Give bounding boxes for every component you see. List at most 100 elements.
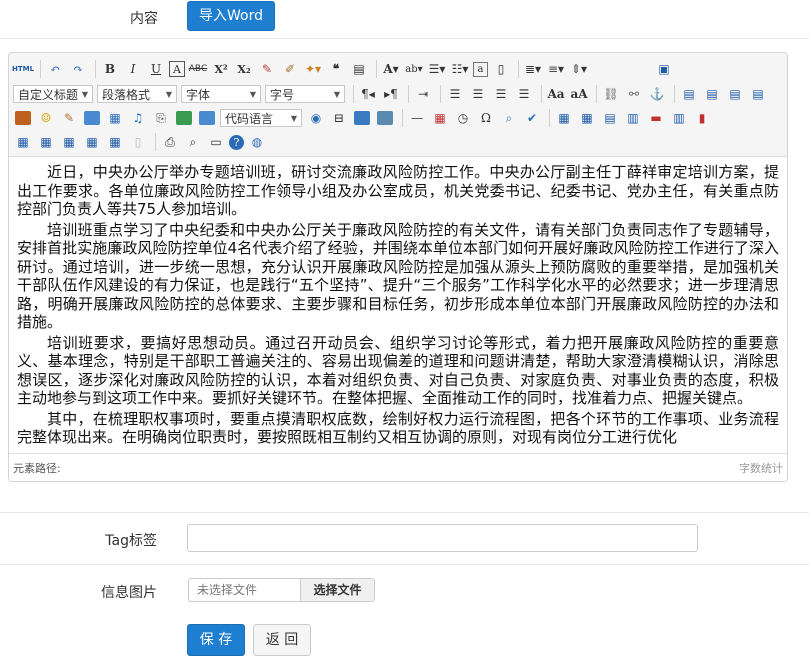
preview-icon[interactable]: ⌕ xyxy=(183,132,203,152)
attachment-icon[interactable]: ⎘ xyxy=(151,108,171,128)
undo-icon[interactable]: ↶ xyxy=(45,59,65,79)
image-icon[interactable] xyxy=(13,108,33,128)
image-left-icon[interactable]: ▤ xyxy=(702,84,722,104)
file-input[interactable]: 未选择文件 选择文件 xyxy=(188,578,375,602)
highlight-color-icon[interactable]: ab▾ xyxy=(404,59,424,79)
lowercase-icon[interactable]: aA xyxy=(569,84,589,104)
ltr-icon[interactable]: ¶◂ xyxy=(358,84,378,104)
map-icon[interactable] xyxy=(174,108,194,128)
merge-down-icon[interactable]: ▦ xyxy=(59,132,79,152)
align-center-icon[interactable]: ☰ xyxy=(468,84,488,104)
indent-icon[interactable]: ⇥ xyxy=(413,84,433,104)
font-size-select[interactable]: 字号 ▼ xyxy=(265,85,345,103)
video-icon[interactable]: ▦ xyxy=(105,108,125,128)
subscript-icon[interactable]: X₂ xyxy=(234,59,254,79)
search-replace-icon[interactable]: ⌕ xyxy=(499,108,519,128)
row-spacing-bottom-icon[interactable]: ≡▾ xyxy=(546,59,566,79)
anchor-icon[interactable]: ⚓ xyxy=(647,84,667,104)
align-right-icon[interactable]: ☰ xyxy=(491,84,511,104)
html-source-icon[interactable]: HTML xyxy=(12,59,34,79)
rich-text-editor[interactable]: HTML ↶ ↷ B I U A ABC X² X₂ ✎ ✐ ✦▾ ❝ ▤ A▾… xyxy=(8,52,788,482)
merge-cells-icon[interactable]: ▦ xyxy=(13,132,33,152)
font-select-value: 字体 xyxy=(186,87,211,102)
paste-plain-icon[interactable]: ▤ xyxy=(349,59,369,79)
editor-content[interactable]: 近日，中央办公厅举办专题培训班，研讨交流廉政风险防控工作。中央办公厅副主任丁薛祥… xyxy=(9,157,787,453)
redo-icon[interactable]: ↷ xyxy=(68,59,88,79)
underline-icon[interactable]: U xyxy=(146,59,166,79)
import-word-button[interactable]: 导入Word xyxy=(187,1,275,31)
insert-image-icon[interactable] xyxy=(82,108,102,128)
fullscreen-icon[interactable]: ▣ xyxy=(654,59,674,79)
font-family-select[interactable]: 字体 ▼ xyxy=(181,85,261,103)
separator xyxy=(353,85,354,103)
special-chars-icon[interactable]: Ω xyxy=(476,108,496,128)
image-none-icon[interactable]: ▤ xyxy=(679,84,699,104)
select-all-icon[interactable]: a xyxy=(473,61,488,77)
uppercase-icon[interactable]: Aa xyxy=(546,84,566,104)
delete-col-icon[interactable]: ▮ xyxy=(692,108,712,128)
help-icon[interactable]: ? xyxy=(229,134,244,150)
split-cells-icon[interactable]: ▦ xyxy=(82,132,102,152)
align-justify-icon[interactable]: ☰ xyxy=(514,84,534,104)
image-right-icon[interactable]: ▤ xyxy=(725,84,745,104)
emoticon-icon[interactable]: ☺ xyxy=(36,108,56,128)
insert-col-icon[interactable]: ▥ xyxy=(669,108,689,128)
superscript-icon[interactable]: X² xyxy=(211,59,231,79)
save-button[interactable]: 保 存 xyxy=(187,624,245,656)
align-left-icon[interactable]: ☰ xyxy=(445,84,465,104)
rtl-icon[interactable]: ▸¶ xyxy=(381,84,401,104)
choose-file-button[interactable]: 选择文件 xyxy=(300,579,374,601)
delete-row-icon[interactable]: ▬ xyxy=(646,108,666,128)
italic-icon[interactable]: I xyxy=(123,59,143,79)
row-spacing-top-icon[interactable]: ≣▾ xyxy=(523,59,543,79)
strikethrough-icon[interactable]: ABC xyxy=(188,59,208,79)
image-center-icon[interactable]: ▤ xyxy=(748,84,768,104)
about-icon[interactable]: ◍ xyxy=(247,132,267,152)
split-cols-icon[interactable]: ▯ xyxy=(128,132,148,152)
unordered-list-icon[interactable]: ☷▾ xyxy=(450,59,470,79)
blockquote-icon[interactable]: ❝ xyxy=(326,59,346,79)
page-break-icon[interactable]: ⊟ xyxy=(329,108,349,128)
insert-table-icon[interactable]: ▦ xyxy=(554,108,574,128)
separator xyxy=(155,133,156,151)
link-icon[interactable]: ⛓ xyxy=(601,84,621,104)
font-color-icon[interactable]: A▾ xyxy=(381,59,401,79)
font-border-icon[interactable]: A xyxy=(169,61,185,77)
insert-row-icon[interactable]: ▥ xyxy=(623,108,643,128)
web-icon[interactable]: ◉ xyxy=(306,108,326,128)
chevron-down-icon: ▼ xyxy=(81,89,88,99)
heading-select-value: 自定义标题 xyxy=(18,87,79,102)
toolbar-row-4: ▦ ▦ ▦ ▦ ▦ ▯ ⎙ ⌕ ▭ ? ◍ xyxy=(13,130,270,154)
eraser-icon[interactable]: ✎ xyxy=(257,59,277,79)
drafts-icon[interactable]: ▭ xyxy=(206,132,226,152)
split-rows-icon[interactable]: ▦ xyxy=(105,132,125,152)
ordered-list-icon[interactable]: ☰▾ xyxy=(427,59,447,79)
insert-paragraph-icon[interactable]: ▤ xyxy=(600,108,620,128)
auto-format-icon[interactable]: ✦▾ xyxy=(303,59,323,79)
delete-table-icon[interactable]: ▦ xyxy=(577,108,597,128)
music-icon[interactable]: ♫ xyxy=(128,108,148,128)
background-icon[interactable] xyxy=(375,108,395,128)
back-button[interactable]: 返 回 xyxy=(253,624,311,656)
print-icon[interactable]: ⎙ xyxy=(160,132,180,152)
gmap-icon[interactable] xyxy=(197,108,217,128)
time-icon[interactable]: ◷ xyxy=(453,108,473,128)
info-image-label: 信息图片 xyxy=(101,585,157,601)
code-language-select[interactable]: 代码语言 ▼ xyxy=(220,109,302,127)
code-select-value: 代码语言 xyxy=(225,111,274,126)
tag-label: Tag标签 xyxy=(105,533,157,549)
clear-doc-icon[interactable]: ▯ xyxy=(491,59,511,79)
spellcheck-icon[interactable]: ✔ xyxy=(522,108,542,128)
scrawl-icon[interactable]: ✎ xyxy=(59,108,79,128)
bold-icon[interactable]: B xyxy=(100,59,120,79)
paragraph-select[interactable]: 段落格式 ▼ xyxy=(97,85,177,103)
line-height-icon[interactable]: ⇕▾ xyxy=(569,59,589,79)
date-icon[interactable]: ▦ xyxy=(430,108,450,128)
merge-right-icon[interactable]: ▦ xyxy=(36,132,56,152)
tag-input[interactable] xyxy=(187,524,698,552)
template-icon[interactable] xyxy=(352,108,372,128)
format-painter-icon[interactable]: ✐ xyxy=(280,59,300,79)
horizontal-rule-icon[interactable]: — xyxy=(407,108,427,128)
heading-select[interactable]: 自定义标题 ▼ xyxy=(13,85,93,103)
unlink-icon[interactable]: ⚯ xyxy=(624,84,644,104)
